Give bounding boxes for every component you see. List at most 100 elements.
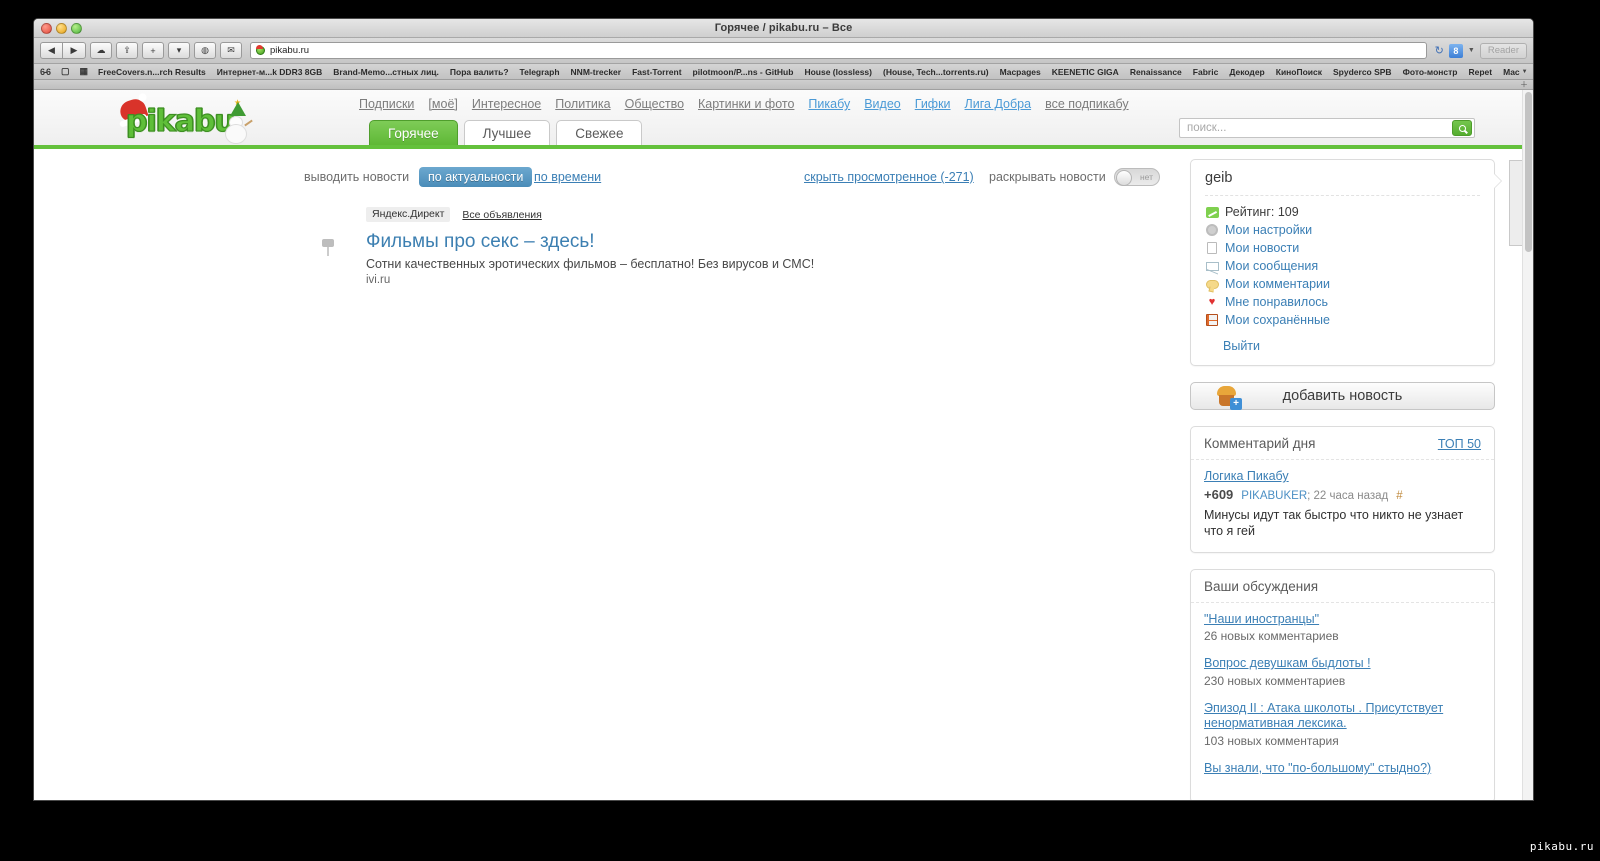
bookmark-item[interactable]: Repet xyxy=(1468,67,1492,77)
logout-link[interactable]: Выйти xyxy=(1223,339,1480,353)
back-icon[interactable]: ◀ xyxy=(41,43,63,58)
maximize-button[interactable] xyxy=(71,23,82,34)
user-menu-item-settings[interactable]: Мои настройки xyxy=(1205,223,1480,237)
bookmark-item[interactable]: Fabric xyxy=(1193,67,1219,77)
bookmark-item[interactable]: KEENETIC GIGA xyxy=(1052,67,1119,77)
expand-news-toggle[interactable]: нет xyxy=(1114,168,1160,186)
chevron-down-icon[interactable]: ▼ xyxy=(1468,47,1475,54)
search-box[interactable] xyxy=(1179,118,1475,138)
close-button[interactable] xyxy=(41,23,52,34)
list-item: Вопрос девушкам быдлоты ! 230 новых комм… xyxy=(1204,656,1481,688)
discussion-link[interactable]: "Наши иностранцы" xyxy=(1204,612,1481,628)
bookmark-item[interactable]: Интернет-м...k DDR3 8GB xyxy=(217,67,323,77)
minimize-button[interactable] xyxy=(56,23,67,34)
discussion-count: 26 новых комментариев xyxy=(1204,629,1339,644)
sort-by-time-link[interactable]: по времени xyxy=(534,170,601,184)
address-bar[interactable]: pikabu.ru xyxy=(250,42,1427,59)
mail-icon[interactable]: ✉ xyxy=(220,42,242,59)
share-icon[interactable]: ⇪ xyxy=(116,42,138,59)
hide-viewed-link[interactable]: скрыть просмотренное (-271) xyxy=(804,170,974,184)
bookmark-item[interactable]: (House, Tech...torrents.ru) xyxy=(883,67,989,77)
bookmark-item[interactable]: Фото-монстр xyxy=(1403,67,1458,77)
bookmark-item[interactable]: House (lossless) xyxy=(804,67,872,77)
bookmark-item[interactable]: Пора валить? xyxy=(450,67,509,77)
site-logo[interactable]: pikabu ★ xyxy=(112,96,262,144)
bookmark-item[interactable]: pilotmoon/P...ns - GitHub xyxy=(693,67,794,77)
page-scrollbar[interactable] xyxy=(1522,90,1533,800)
discussions-body: "Наши иностранцы" 26 новых комментариев … xyxy=(1191,603,1494,801)
tab-best[interactable]: Лучшее xyxy=(463,120,551,145)
tab-fresh[interactable]: Свежее xyxy=(556,120,643,145)
toggle-knob xyxy=(1116,170,1132,186)
sort-by-relevance-button[interactable]: по актуальности xyxy=(419,167,533,187)
add-tab-icon[interactable]: ＋ xyxy=(1520,79,1528,90)
grid-icon[interactable]: ▦ xyxy=(80,66,88,77)
nav-link-politics[interactable]: Политика xyxy=(555,97,610,111)
nav-buttons[interactable]: ◀ ▶ xyxy=(40,42,86,59)
discussion-link[interactable]: Вы знали, что "по-большому" стыдно?) xyxy=(1204,761,1481,777)
book-icon[interactable]: ▢ xyxy=(61,66,69,77)
ad-url[interactable]: ivi.ru xyxy=(366,274,1066,286)
nav-link-league-of-good[interactable]: Лига Добра xyxy=(965,97,1032,111)
tab-hot[interactable]: Горячее xyxy=(369,120,458,145)
nav-link-pikabu[interactable]: Пикабу xyxy=(808,97,850,111)
search-input[interactable] xyxy=(1180,119,1452,137)
search-button[interactable] xyxy=(1452,120,1472,136)
bookmark-item[interactable]: Brand-Memo...стных лиц. xyxy=(333,67,439,77)
nav-link-subscriptions[interactable]: Подписки xyxy=(359,97,414,111)
user-menu-item-saved[interactable]: Мои сохранённые xyxy=(1205,313,1480,327)
bookmark-item[interactable]: FreeCovers.n...rch Results xyxy=(98,67,206,77)
ad-title-link[interactable]: Фильмы про секс – здесь! xyxy=(366,231,1066,253)
discussion-link[interactable]: Эпизод II : Атака школоты . Присутствует… xyxy=(1204,701,1481,732)
bookmark-item[interactable]: Mac ▼ xyxy=(1503,67,1528,77)
speech-bubble-icon xyxy=(1205,277,1219,291)
nav-link-pictures[interactable]: Картинки и фото xyxy=(698,97,794,111)
nav-link-society[interactable]: Общество xyxy=(625,97,684,111)
screen-root: Горячее / pikabu.ru – Все ◀ ▶ ☁ ⇪ + ▾ ◍ … xyxy=(0,0,1600,861)
bookmark-label: Renaissance xyxy=(1129,66,1182,77)
comment-permalink[interactable]: # xyxy=(1396,490,1402,502)
nav-link-video[interactable]: Видео xyxy=(864,97,901,111)
bookmark-item[interactable]: Декодер xyxy=(1229,67,1264,77)
list-item: "Наши иностранцы" 26 новых комментариев xyxy=(1204,612,1481,644)
logo-text: pikabu xyxy=(125,103,236,139)
reading-glasses-icon[interactable]: 6-6 xyxy=(40,67,51,77)
bookmark-item[interactable]: Spyderco SPB xyxy=(1333,67,1392,77)
downloads-icon[interactable]: ▾ xyxy=(168,42,190,59)
forward-icon[interactable]: ▶ xyxy=(63,43,85,58)
bookmark-item[interactable]: КиноПоиск xyxy=(1276,67,1322,77)
bookmark-label: Spyderco SPB xyxy=(1333,66,1392,77)
reload-icon[interactable]: ↻ xyxy=(1435,44,1444,57)
user-menu-item-liked[interactable]: ♥ Мне понравилось xyxy=(1205,295,1480,309)
window-controls[interactable] xyxy=(41,23,82,34)
bookmark-item[interactable]: Macpages xyxy=(1000,67,1041,77)
all-ads-link[interactable]: Все объявления xyxy=(462,209,541,221)
nav-link-interesting[interactable]: Интересное xyxy=(472,97,541,111)
extension-icon[interactable]: 8 xyxy=(1448,43,1463,58)
bookmark-item[interactable]: NNM-trecker xyxy=(571,67,622,77)
discussion-link[interactable]: Вопрос девушкам быдлоты ! xyxy=(1204,656,1481,672)
bookmark-item[interactable]: Renaissance xyxy=(1130,67,1182,77)
user-menu-item-my-news[interactable]: Мои новости xyxy=(1205,241,1480,255)
icloud-tabs-icon[interactable]: ☁ xyxy=(90,42,112,59)
comment-author[interactable]: PIKABUKER xyxy=(1241,490,1307,502)
bookmarks-bar[interactable]: 6-6 ▢ ▦ FreeCovers.n...rch Results Интер… xyxy=(34,64,1533,80)
user-menu-item-messages[interactable]: Мои сообщения xyxy=(1205,259,1480,273)
nav-link-all-subpikabu[interactable]: все подпикабу xyxy=(1045,97,1129,111)
bookmark-item[interactable]: Telegraph xyxy=(520,67,560,77)
add-news-button[interactable]: + добавить новость xyxy=(1190,382,1495,410)
bookmark-item[interactable]: Fast-Torrent xyxy=(632,67,681,77)
compass-icon[interactable]: ◍ xyxy=(194,42,216,59)
user-menu-item-comments[interactable]: Мои комментарии xyxy=(1205,277,1480,291)
content-tabs: Горячее Лучшее Свежее xyxy=(369,120,643,145)
nav-link-mine[interactable]: [моё] xyxy=(428,97,457,111)
reader-button[interactable]: Reader xyxy=(1479,42,1527,59)
comment-post-link[interactable]: Логика Пикабу xyxy=(1204,469,1481,483)
new-tab-icon[interactable]: + xyxy=(142,42,164,59)
scrollbar-thumb[interactable] xyxy=(1525,92,1532,252)
bookmark-label: Brand-Memo...стных лиц. xyxy=(333,66,439,77)
filter-prefix-label: выводить новости xyxy=(304,170,410,184)
nav-link-gifs[interactable]: Гифки xyxy=(915,97,951,111)
top50-link[interactable]: ТОП 50 xyxy=(1438,437,1481,451)
bookmark-label: КиноПоиск xyxy=(1275,66,1322,77)
